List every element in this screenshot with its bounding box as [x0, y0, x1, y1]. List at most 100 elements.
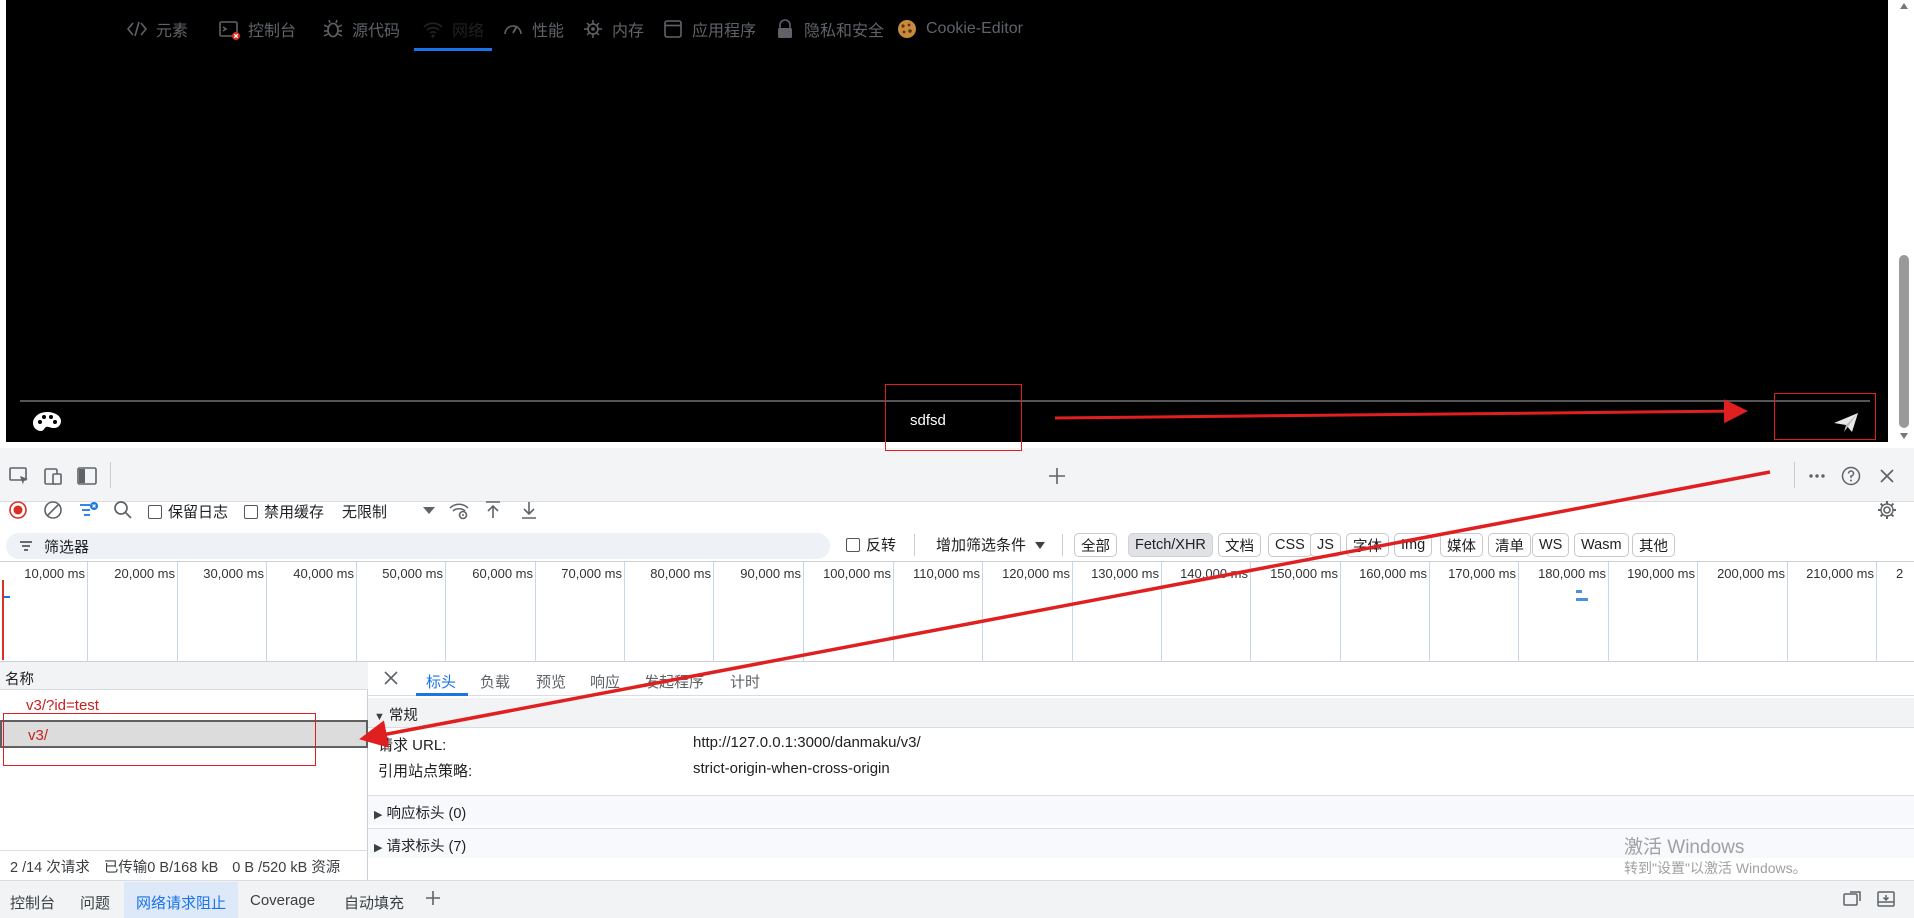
- tab-network[interactable]: 网络: [422, 14, 484, 44]
- network-settings-gear-icon[interactable]: [1876, 499, 1898, 521]
- timeline-tick-label: 140,000 ms: [1180, 566, 1248, 581]
- request-summary: 2 /14 次请求 已传输0 B/168 kB 0 B /520 kB 资源: [0, 850, 368, 880]
- cookie-icon: [896, 18, 918, 40]
- disable-cache-checkbox[interactable]: 禁用缓存: [244, 501, 324, 522]
- help-icon[interactable]: [1840, 465, 1862, 487]
- annotation-box-send: [1774, 393, 1876, 440]
- drawer-tab-coverage[interactable]: Coverage: [250, 892, 315, 909]
- windows-activation-watermark: 激活 Windows: [1624, 837, 1745, 858]
- more-options-icon[interactable]: [1806, 465, 1828, 487]
- more-filters-dropdown[interactable]: 增加筛选条件: [936, 534, 1048, 555]
- tab-memory[interactable]: 内存: [582, 14, 644, 44]
- filter-settings-icon[interactable]: [78, 499, 100, 521]
- timeline-request-bar: [1576, 598, 1588, 601]
- active-tab-indicator: [416, 693, 468, 696]
- type-filter-media[interactable]: 媒体: [1440, 533, 1483, 557]
- tab-console[interactable]: 控制台: [218, 14, 296, 44]
- close-drawer-icon[interactable]: [1876, 889, 1896, 909]
- type-filter-font[interactable]: 字体: [1346, 533, 1389, 557]
- checkbox-icon[interactable]: [244, 504, 258, 519]
- gauge-icon: [502, 18, 524, 40]
- checkbox-icon[interactable]: [846, 537, 860, 552]
- timeline-tick-label: 160,000 ms: [1359, 566, 1427, 581]
- timeline-tick-label: 100,000 ms: [823, 566, 891, 581]
- bug-icon: [322, 18, 344, 40]
- console-icon: [218, 18, 240, 40]
- tab-preview[interactable]: 预览: [536, 671, 566, 692]
- tab-privacy-security[interactable]: 隐私和安全: [774, 14, 884, 44]
- timeline-gridline: [87, 562, 88, 662]
- video-player[interactable]: [6, 0, 1888, 442]
- active-tab-indicator: [414, 48, 492, 51]
- type-filter-js[interactable]: JS: [1310, 533, 1341, 557]
- filter-divider: [914, 534, 915, 556]
- timeline-tick-label: 40,000 ms: [293, 566, 354, 581]
- timeline-gridline: [624, 562, 625, 662]
- throttling-select[interactable]: 无限制: [342, 501, 387, 522]
- preserve-log-checkbox[interactable]: 保留日志: [148, 501, 228, 522]
- timeline-tick-label: 90,000 ms: [740, 566, 801, 581]
- checkbox-icon[interactable]: [148, 504, 162, 519]
- timeline-tick-label: 110,000 ms: [913, 566, 980, 581]
- undock-drawer-icon[interactable]: [1842, 889, 1862, 909]
- type-filter-doc[interactable]: 文档: [1218, 533, 1261, 557]
- tab-timing[interactable]: 计时: [730, 671, 760, 692]
- clear-icon[interactable]: [42, 499, 64, 521]
- palette-icon[interactable]: [30, 410, 64, 434]
- timeline-tick-label: 150,000 ms: [1270, 566, 1338, 581]
- column-header-name[interactable]: 名称: [0, 662, 368, 690]
- drawer-tab-autofill[interactable]: 自动填充: [344, 892, 404, 913]
- timeline-tick-label: 120,000 ms: [1002, 566, 1070, 581]
- windows-activation-hint: 转到"设置"以激活 Windows。: [1624, 860, 1807, 876]
- general-section-header[interactable]: ▼ 常规: [368, 698, 1914, 728]
- type-filter-css[interactable]: CSS: [1268, 533, 1312, 557]
- export-har-icon[interactable]: [518, 499, 540, 521]
- tab-application[interactable]: 应用程序: [662, 14, 756, 44]
- throttle-dropdown-icon[interactable]: [418, 499, 440, 521]
- type-filter-other[interactable]: 其他: [1632, 533, 1675, 557]
- tab-initiator[interactable]: 发起程序: [644, 671, 704, 692]
- scroll-down-arrow-icon[interactable]: [1899, 432, 1909, 440]
- chevron-down-icon: [1032, 537, 1048, 553]
- drawer-tab-issues[interactable]: 问题: [80, 892, 110, 913]
- drawer-tab-request-blocking[interactable]: 网络请求阻止: [124, 882, 239, 918]
- tab-headers[interactable]: 标头: [426, 671, 456, 692]
- stop-recording-icon[interactable]: [7, 499, 29, 521]
- timeline-tick-label: 10,000 ms: [24, 566, 85, 581]
- tab-response[interactable]: 响应: [590, 671, 620, 692]
- drawer-add-tab-plus-icon[interactable]: [424, 889, 442, 907]
- dock-side-icon[interactable]: [76, 465, 98, 487]
- timeline-tick-label: 170,000 ms: [1448, 566, 1516, 581]
- scrollbar-thumb[interactable]: [1899, 255, 1909, 428]
- network-conditions-icon[interactable]: [448, 499, 470, 521]
- filter-input[interactable]: 筛选器: [6, 533, 830, 559]
- type-filter-fetch-xhr[interactable]: Fetch/XHR: [1128, 533, 1213, 557]
- devtools-tab-bar: [0, 448, 1914, 502]
- chip-icon: [582, 18, 604, 40]
- device-toolbar-icon[interactable]: [42, 465, 64, 487]
- add-tab-plus-icon[interactable]: [1046, 465, 1068, 487]
- drawer-tab-console[interactable]: 控制台: [10, 892, 55, 913]
- inspect-element-icon[interactable]: [8, 465, 30, 487]
- search-icon[interactable]: [112, 499, 134, 521]
- toolbar-divider: [110, 462, 111, 488]
- type-filter-ws[interactable]: WS: [1532, 533, 1570, 557]
- type-filter-wasm[interactable]: Wasm: [1574, 533, 1629, 557]
- filter-divider: [1062, 534, 1063, 556]
- close-details-icon[interactable]: [382, 669, 400, 687]
- tab-elements[interactable]: 元素: [126, 14, 188, 44]
- close-devtools-icon[interactable]: [1876, 465, 1898, 487]
- scroll-up-arrow-icon[interactable]: [1899, 2, 1909, 10]
- type-filter-manifest[interactable]: 清单: [1488, 533, 1531, 557]
- tab-cookie-editor[interactable]: Cookie-Editor: [896, 14, 1023, 44]
- timeline-gridline: [713, 562, 714, 662]
- annotation-box-danmaku: [885, 384, 1022, 451]
- import-har-icon[interactable]: [482, 499, 504, 521]
- tab-sources[interactable]: 源代码: [322, 14, 400, 44]
- invert-checkbox[interactable]: 反转: [846, 534, 896, 555]
- tab-performance[interactable]: 性能: [502, 14, 564, 44]
- tab-payload[interactable]: 负载: [480, 671, 510, 692]
- response-headers-section[interactable]: ▶ 响应标头 (0): [368, 795, 1914, 825]
- type-filter-all[interactable]: 全部: [1074, 533, 1117, 557]
- type-filter-img[interactable]: Img: [1394, 533, 1433, 557]
